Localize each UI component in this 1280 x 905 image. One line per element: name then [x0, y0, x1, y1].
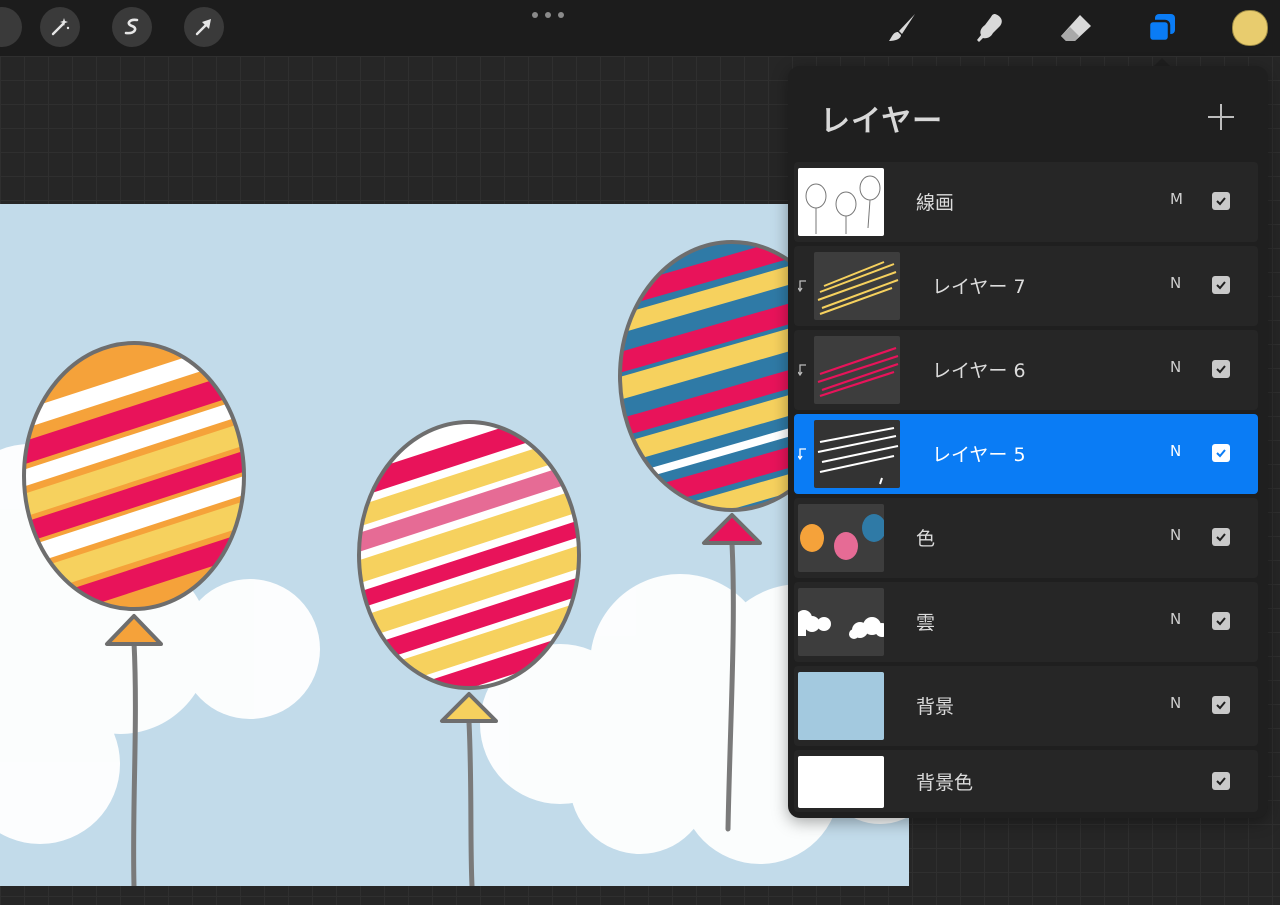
- eraser-button[interactable]: [1056, 8, 1096, 48]
- visibility-checkbox[interactable]: [1212, 528, 1230, 546]
- layers-icon: [1147, 14, 1175, 43]
- layers-panel: レイヤー 線画 M レイヤー 7 N レイヤー 6 N レイヤー 5 N 色 N…: [788, 66, 1268, 818]
- drawing-canvas[interactable]: [0, 204, 909, 886]
- layer-row-background[interactable]: 背景 N: [794, 666, 1258, 746]
- checkmark-icon: [1216, 449, 1226, 458]
- visibility-checkbox[interactable]: [1212, 192, 1230, 210]
- adjustments-button[interactable]: [40, 7, 80, 47]
- checkmark-icon: [1216, 197, 1226, 206]
- blend-mode-button[interactable]: N: [1170, 358, 1181, 376]
- layer-thumbnail: [814, 252, 900, 320]
- smudge-button[interactable]: [970, 8, 1010, 48]
- smudge-icon: [977, 14, 1002, 42]
- clipping-mask-icon: [798, 280, 806, 292]
- checkmark-icon: [1216, 617, 1226, 626]
- layer-row-7[interactable]: レイヤー 7 N: [794, 246, 1258, 326]
- layer-thumbnail: [798, 504, 884, 572]
- layer-row-color[interactable]: 色 N: [794, 498, 1258, 578]
- blend-mode-button[interactable]: N: [1170, 274, 1181, 292]
- checkmark-icon: [1216, 365, 1226, 374]
- gallery-button[interactable]: [0, 7, 22, 47]
- eraser-icon: [1061, 15, 1091, 41]
- transform-arrow-icon: [195, 19, 211, 36]
- layer-name: 背景色: [916, 772, 974, 794]
- visibility-checkbox[interactable]: [1212, 444, 1230, 462]
- layers-button[interactable]: [1142, 8, 1182, 48]
- layer-name: 背景: [916, 696, 955, 718]
- blend-mode-button[interactable]: N: [1170, 694, 1181, 712]
- clipping-mask-icon: [798, 448, 806, 460]
- visibility-checkbox[interactable]: [1212, 612, 1230, 630]
- layer-thumbnail: [798, 168, 884, 236]
- checkmark-icon: [1216, 701, 1226, 710]
- visibility-checkbox[interactable]: [1212, 696, 1230, 714]
- visibility-checkbox[interactable]: [1212, 772, 1230, 790]
- artwork: [0, 240, 909, 886]
- layer-row-background-color[interactable]: 背景色: [794, 750, 1258, 812]
- clipping-mask-icon: [798, 364, 806, 376]
- transform-button[interactable]: [184, 7, 224, 47]
- blend-mode-button[interactable]: N: [1170, 526, 1181, 544]
- checkmark-icon: [1216, 533, 1226, 542]
- layer-thumbnail: [798, 588, 884, 656]
- layer-thumbnail: [798, 672, 884, 740]
- blend-mode-button[interactable]: M: [1170, 190, 1183, 208]
- layer-name: レイヤー 6: [932, 360, 1026, 382]
- layer-thumbnail: [814, 420, 900, 488]
- add-layer-button[interactable]: [1208, 104, 1234, 130]
- layer-name: 雲: [916, 612, 936, 634]
- selection-s-icon: [124, 18, 139, 35]
- layer-row-5[interactable]: レイヤー 5 N: [794, 414, 1258, 494]
- blend-mode-button[interactable]: N: [1170, 610, 1181, 628]
- layer-name: レイヤー 5: [932, 444, 1026, 466]
- layer-row-lineart[interactable]: 線画 M: [794, 162, 1258, 242]
- brush-button[interactable]: [882, 8, 922, 48]
- top-toolbar: [0, 0, 1280, 56]
- layers-panel-title: レイヤー: [820, 104, 944, 139]
- magic-wand-icon: [51, 18, 70, 36]
- layer-name: 線画: [916, 192, 955, 214]
- color-picker-button[interactable]: [1232, 10, 1268, 46]
- layer-thumbnail: [814, 336, 900, 404]
- selection-button[interactable]: [112, 7, 152, 47]
- layer-row-clouds[interactable]: 雲 N: [794, 582, 1258, 662]
- checkmark-icon: [1216, 777, 1226, 786]
- more-options-icon[interactable]: [532, 6, 564, 24]
- brush-icon: [889, 14, 915, 41]
- blend-mode-button[interactable]: N: [1170, 442, 1181, 460]
- layer-row-6[interactable]: レイヤー 6 N: [794, 330, 1258, 410]
- checkmark-icon: [1216, 281, 1226, 290]
- layer-name: レイヤー 7: [932, 276, 1026, 298]
- layer-name: 色: [916, 528, 936, 550]
- layer-thumbnail: [798, 756, 884, 808]
- visibility-checkbox[interactable]: [1212, 360, 1230, 378]
- visibility-checkbox[interactable]: [1212, 276, 1230, 294]
